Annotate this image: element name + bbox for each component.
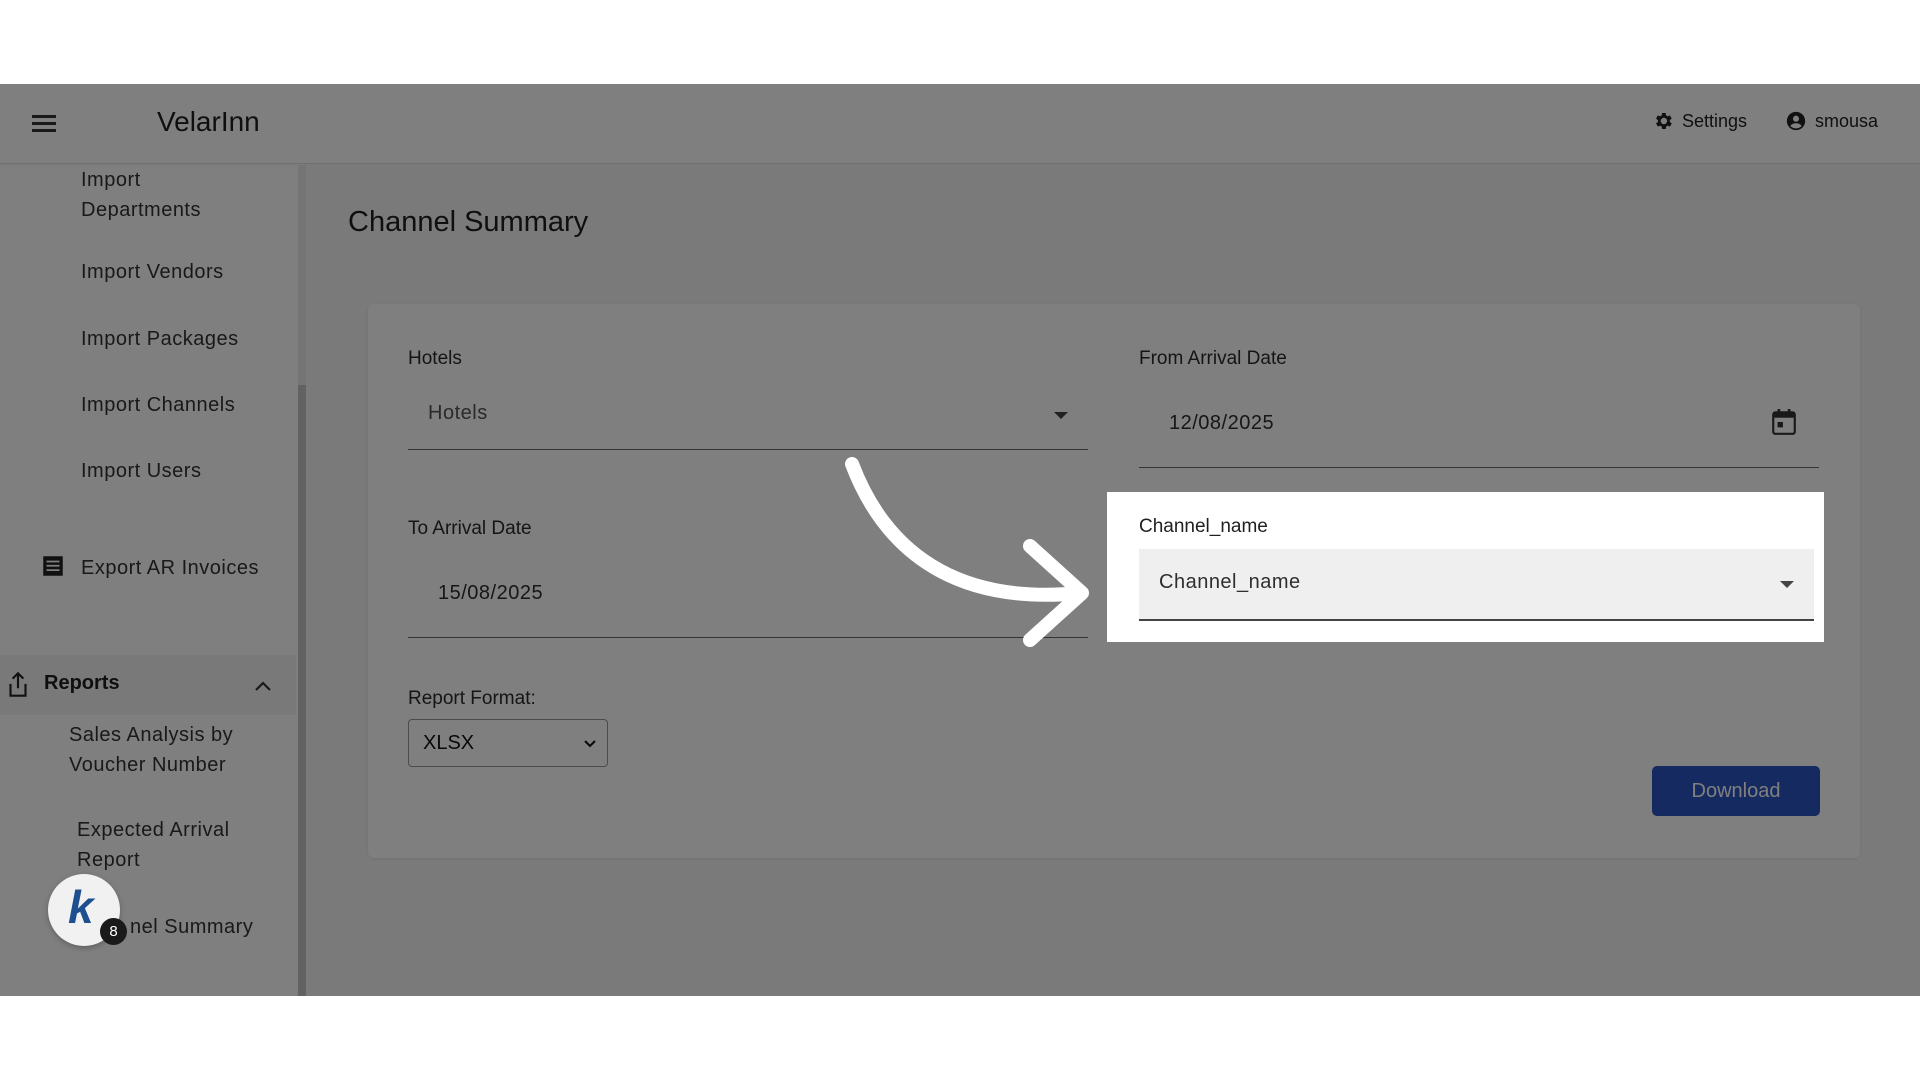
curved-arrow-icon bbox=[845, 457, 1089, 647]
app-title: VelarInn bbox=[157, 106, 260, 137]
report-format-value: XLSX bbox=[423, 732, 475, 754]
settings-label: Settings bbox=[1682, 110, 1748, 131]
sidebar: Import Departments Import Vendors Import… bbox=[0, 165, 306, 996]
sidebar-item-import-vendors[interactable]: Import Vendors bbox=[81, 257, 224, 287]
channel-name-label: Channel_name bbox=[1139, 516, 1268, 537]
report-format-select[interactable]: XLSX bbox=[408, 719, 608, 767]
sidebar-item-expected-arrival-report[interactable]: Expected Arrival Report bbox=[77, 815, 257, 875]
sidebar-item-import-departments[interactable]: Import Departments bbox=[81, 165, 261, 225]
app-frame: VelarInn Settings smousa Import Departme… bbox=[0, 84, 1920, 996]
sidebar-item-channel-summary[interactable]: nel Summary bbox=[130, 912, 253, 942]
helper-logo-icon: k bbox=[68, 881, 94, 933]
gear-icon bbox=[1656, 113, 1672, 129]
sidebar-section-reports[interactable]: Reports bbox=[0, 655, 296, 715]
sidebar-item-label: Export AR Invoices bbox=[81, 557, 259, 579]
hamburger-menu-icon[interactable] bbox=[30, 110, 58, 138]
channel-name-highlight: Channel_name Channel_name bbox=[1107, 492, 1824, 642]
settings-button[interactable]: Settings bbox=[1652, 110, 1747, 132]
dropdown-arrow-icon bbox=[1780, 581, 1794, 588]
notification-count-badge: 8 bbox=[100, 918, 127, 945]
chevron-up-icon[interactable] bbox=[253, 679, 273, 693]
download-button[interactable]: Download bbox=[1652, 766, 1820, 816]
user-name: smousa bbox=[1815, 110, 1879, 131]
hotels-label: Hotels bbox=[408, 348, 462, 369]
hotels-select[interactable]: Hotels bbox=[408, 384, 1088, 450]
to-arrival-date-value: 15/08/2025 bbox=[438, 582, 544, 604]
top-app-bar: VelarInn Settings smousa bbox=[0, 84, 1920, 164]
receipt-list-icon bbox=[43, 556, 63, 576]
user-menu-button[interactable]: smousa bbox=[1785, 110, 1878, 132]
sidebar-item-import-users[interactable]: Import Users bbox=[81, 456, 201, 486]
share-export-icon bbox=[9, 671, 27, 697]
sidebar-scrollbar-thumb[interactable] bbox=[298, 385, 306, 996]
hotels-select-value: Hotels bbox=[428, 402, 488, 424]
calendar-icon[interactable] bbox=[1771, 408, 1797, 436]
channel-name-select[interactable]: Channel_name bbox=[1139, 549, 1814, 621]
sidebar-item-import-channels[interactable]: Import Channels bbox=[81, 390, 235, 420]
from-arrival-date-input[interactable]: 12/08/2025 bbox=[1139, 394, 1819, 468]
from-arrival-date-value: 12/08/2025 bbox=[1169, 412, 1275, 434]
sidebar-item-sales-analysis[interactable]: Sales Analysis by Voucher Number bbox=[69, 720, 269, 780]
channel-name-select-value: Channel_name bbox=[1159, 571, 1301, 593]
chevron-down-icon bbox=[584, 740, 596, 748]
reports-section-label: Reports bbox=[44, 672, 120, 694]
to-arrival-date-label: To Arrival Date bbox=[408, 518, 532, 539]
report-format-label: Report Format: bbox=[408, 688, 536, 709]
dropdown-arrow-icon bbox=[1054, 412, 1068, 419]
from-arrival-date-label: From Arrival Date bbox=[1139, 348, 1287, 369]
page-title: Channel Summary bbox=[348, 206, 589, 238]
sidebar-item-import-packages[interactable]: Import Packages bbox=[81, 324, 239, 354]
account-circle-icon bbox=[1786, 111, 1806, 131]
